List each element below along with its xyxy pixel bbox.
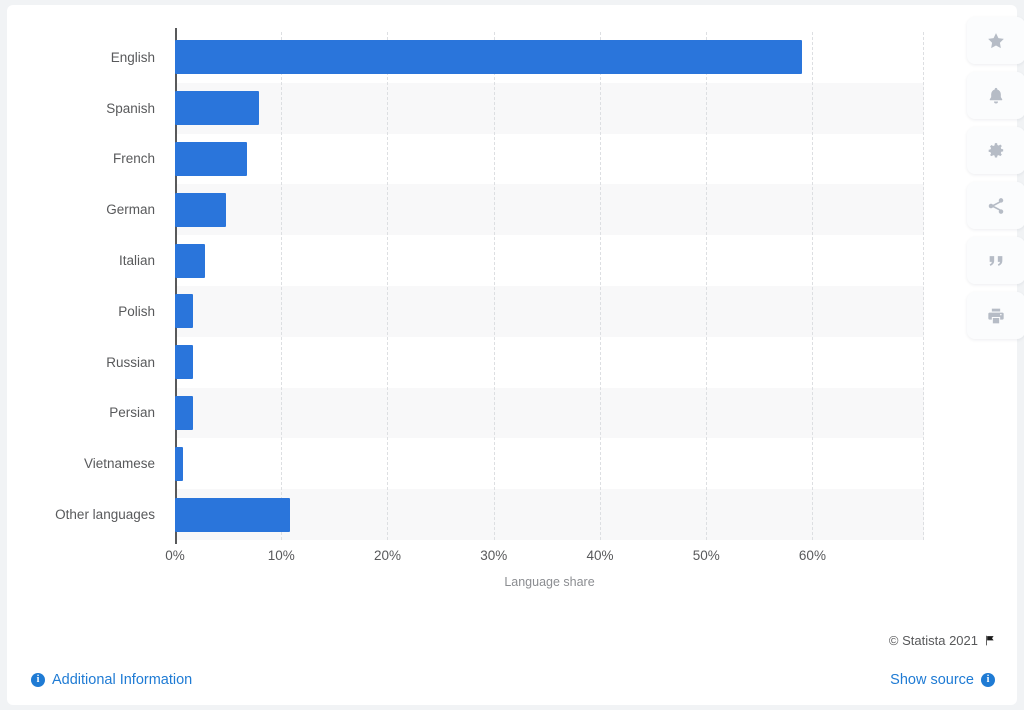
copyright: © Statista 2021 — [889, 633, 995, 648]
notification-button[interactable] — [967, 72, 1024, 119]
bar[interactable] — [175, 192, 226, 227]
y-axis-label: Polish — [118, 303, 155, 319]
share-button[interactable] — [967, 182, 1024, 229]
bar[interactable] — [175, 141, 248, 176]
bar-row — [175, 134, 924, 185]
bar-row — [175, 286, 924, 337]
chart-card: English Spanish French German Italian Polish R… — [7, 5, 1024, 705]
additional-information-label: Additional Information — [52, 672, 193, 688]
y-axis-label: Persian — [109, 405, 155, 421]
plot-area — [175, 28, 924, 544]
bell-icon — [986, 86, 1006, 106]
y-axis-label: Other languages — [55, 507, 155, 523]
bar-row — [175, 438, 924, 489]
x-axis-tick-label: 30% — [480, 548, 508, 563]
x-axis-tick-label: 10% — [267, 548, 295, 563]
bar-row — [175, 235, 924, 286]
bar-row — [175, 489, 924, 540]
favorite-button[interactable] — [967, 17, 1024, 64]
bar-row — [175, 184, 924, 235]
bar[interactable] — [175, 40, 802, 75]
bar-row — [175, 32, 924, 83]
y-axis-label: French — [112, 151, 155, 167]
gear-icon — [986, 141, 1006, 161]
share-icon — [986, 196, 1006, 216]
additional-information-link[interactable]: i Additional Information — [31, 672, 192, 688]
y-axis-label: Italian — [118, 253, 155, 269]
x-axis-tick-label: 0% — [165, 548, 185, 563]
bar-row — [175, 388, 924, 439]
bar-series — [175, 32, 924, 540]
bar[interactable] — [175, 294, 194, 329]
y-axis-label: English — [110, 49, 155, 65]
bar[interactable] — [175, 345, 194, 380]
footer-links: i Additional Information Show source i — [7, 665, 1017, 695]
x-axis-tick-label: 50% — [692, 548, 720, 563]
cite-button[interactable] — [967, 237, 1024, 284]
x-axis-ticks: 0% 10% 20% 30% 40% 50% 60% — [165, 548, 924, 570]
y-axis-label: Vietnamese — [83, 456, 155, 472]
y-axis-label: Spanish — [106, 100, 155, 116]
bar-row — [175, 83, 924, 134]
x-axis-title: Language share — [504, 575, 595, 589]
show-source-label: Show source — [890, 672, 974, 688]
info-icon: i — [31, 673, 45, 687]
flag-icon — [986, 635, 994, 646]
star-icon — [986, 31, 1006, 51]
settings-button[interactable] — [967, 127, 1024, 174]
bar-row — [175, 337, 924, 388]
bar[interactable] — [175, 91, 259, 126]
y-axis-label: German — [106, 202, 155, 218]
x-axis-tick-label: 60% — [798, 548, 826, 563]
show-source-link[interactable]: Show source i — [890, 672, 995, 688]
y-axis-labels: English Spanish French German Italian Polish R… — [7, 32, 165, 540]
x-axis-tick-label: 40% — [586, 548, 614, 563]
info-icon: i — [981, 673, 995, 687]
bar[interactable] — [175, 446, 184, 481]
print-icon — [986, 306, 1006, 326]
action-toolbar — [967, 17, 1024, 339]
bar[interactable] — [175, 395, 194, 430]
x-axis-tick-label: 20% — [373, 548, 401, 563]
copyright-text: © Statista 2021 — [888, 633, 978, 648]
bar[interactable] — [175, 497, 290, 532]
print-button[interactable] — [967, 292, 1024, 339]
quote-icon — [986, 251, 1006, 271]
y-axis-label: Russian — [106, 354, 155, 370]
bar[interactable] — [175, 243, 205, 278]
